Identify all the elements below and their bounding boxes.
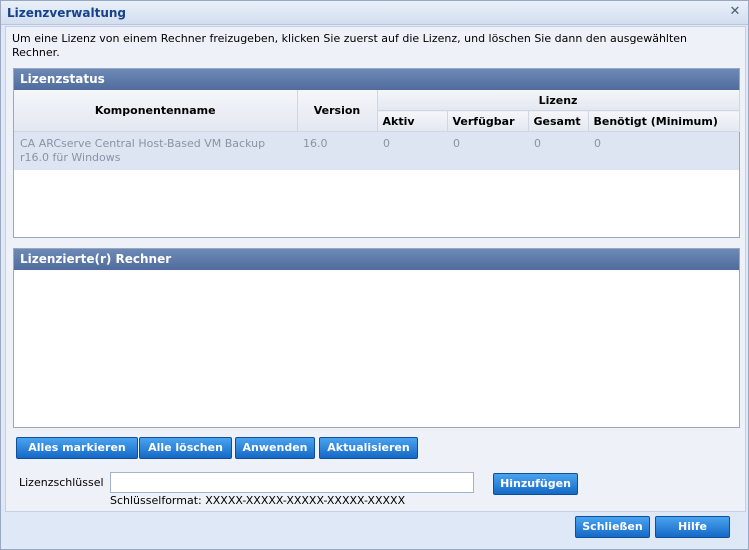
license-management-dialog: Lizenzverwaltung ✕ Um eine Lizenz von ei… bbox=[0, 0, 749, 550]
dialog-title: Lizenzverwaltung bbox=[7, 6, 126, 20]
instructions-text: Um eine Lizenz von einem Rechner freizug… bbox=[12, 32, 688, 59]
refresh-button[interactable]: Aktualisieren bbox=[319, 437, 418, 459]
licensed-machines-header: Lizenzierte(r) Rechner bbox=[14, 249, 739, 270]
column-header-license: Lizenz bbox=[377, 90, 740, 111]
cell-version: 16.0 bbox=[297, 131, 377, 170]
license-status-panel: Lizenzstatus Komponentenname Version Liz… bbox=[13, 68, 740, 238]
close-icon[interactable]: ✕ bbox=[728, 5, 742, 19]
help-button[interactable]: Hilfe bbox=[655, 516, 730, 538]
add-license-button[interactable]: Hinzufügen bbox=[493, 473, 578, 495]
table-row[interactable]: CA ARCserve Central Host-Based VM Backup… bbox=[14, 131, 740, 170]
license-key-format: Schlüsselformat: XXXXX-XXXXX-XXXXX-XXXXX… bbox=[110, 494, 406, 507]
column-header-component[interactable]: Komponentenname bbox=[14, 90, 298, 132]
dialog-body: Um eine Lizenz von einem Rechner freizug… bbox=[5, 26, 746, 512]
column-header-needed[interactable]: Benötigt (Minimum) bbox=[588, 110, 740, 132]
select-all-button[interactable]: Alles markieren bbox=[16, 437, 138, 459]
column-header-total[interactable]: Gesamt bbox=[528, 110, 589, 132]
cell-component: CA ARCserve Central Host-Based VM Backup… bbox=[14, 131, 297, 170]
license-key-input[interactable] bbox=[110, 472, 474, 493]
license-status-table: Komponentenname Version Lizenz Aktiv Ver… bbox=[14, 90, 740, 170]
license-key-label: Lizenzschlüssel bbox=[19, 476, 104, 489]
column-header-active[interactable]: Aktiv bbox=[377, 110, 448, 132]
dialog-titlebar: Lizenzverwaltung ✕ bbox=[1, 1, 748, 25]
column-header-available[interactable]: Verfügbar bbox=[447, 110, 529, 132]
cell-needed: 0 bbox=[588, 131, 740, 170]
licensed-machines-panel: Lizenzierte(r) Rechner bbox=[13, 248, 740, 428]
apply-button[interactable]: Anwenden bbox=[235, 437, 315, 459]
cell-active: 0 bbox=[377, 131, 447, 170]
cell-total: 0 bbox=[528, 131, 588, 170]
licensed-machines-list[interactable] bbox=[14, 270, 739, 426]
close-button[interactable]: Schließen bbox=[575, 516, 650, 538]
delete-all-button[interactable]: Alle löschen bbox=[139, 437, 232, 459]
cell-available: 0 bbox=[447, 131, 528, 170]
license-status-header: Lizenzstatus bbox=[14, 69, 739, 90]
column-header-version[interactable]: Version bbox=[297, 90, 378, 132]
